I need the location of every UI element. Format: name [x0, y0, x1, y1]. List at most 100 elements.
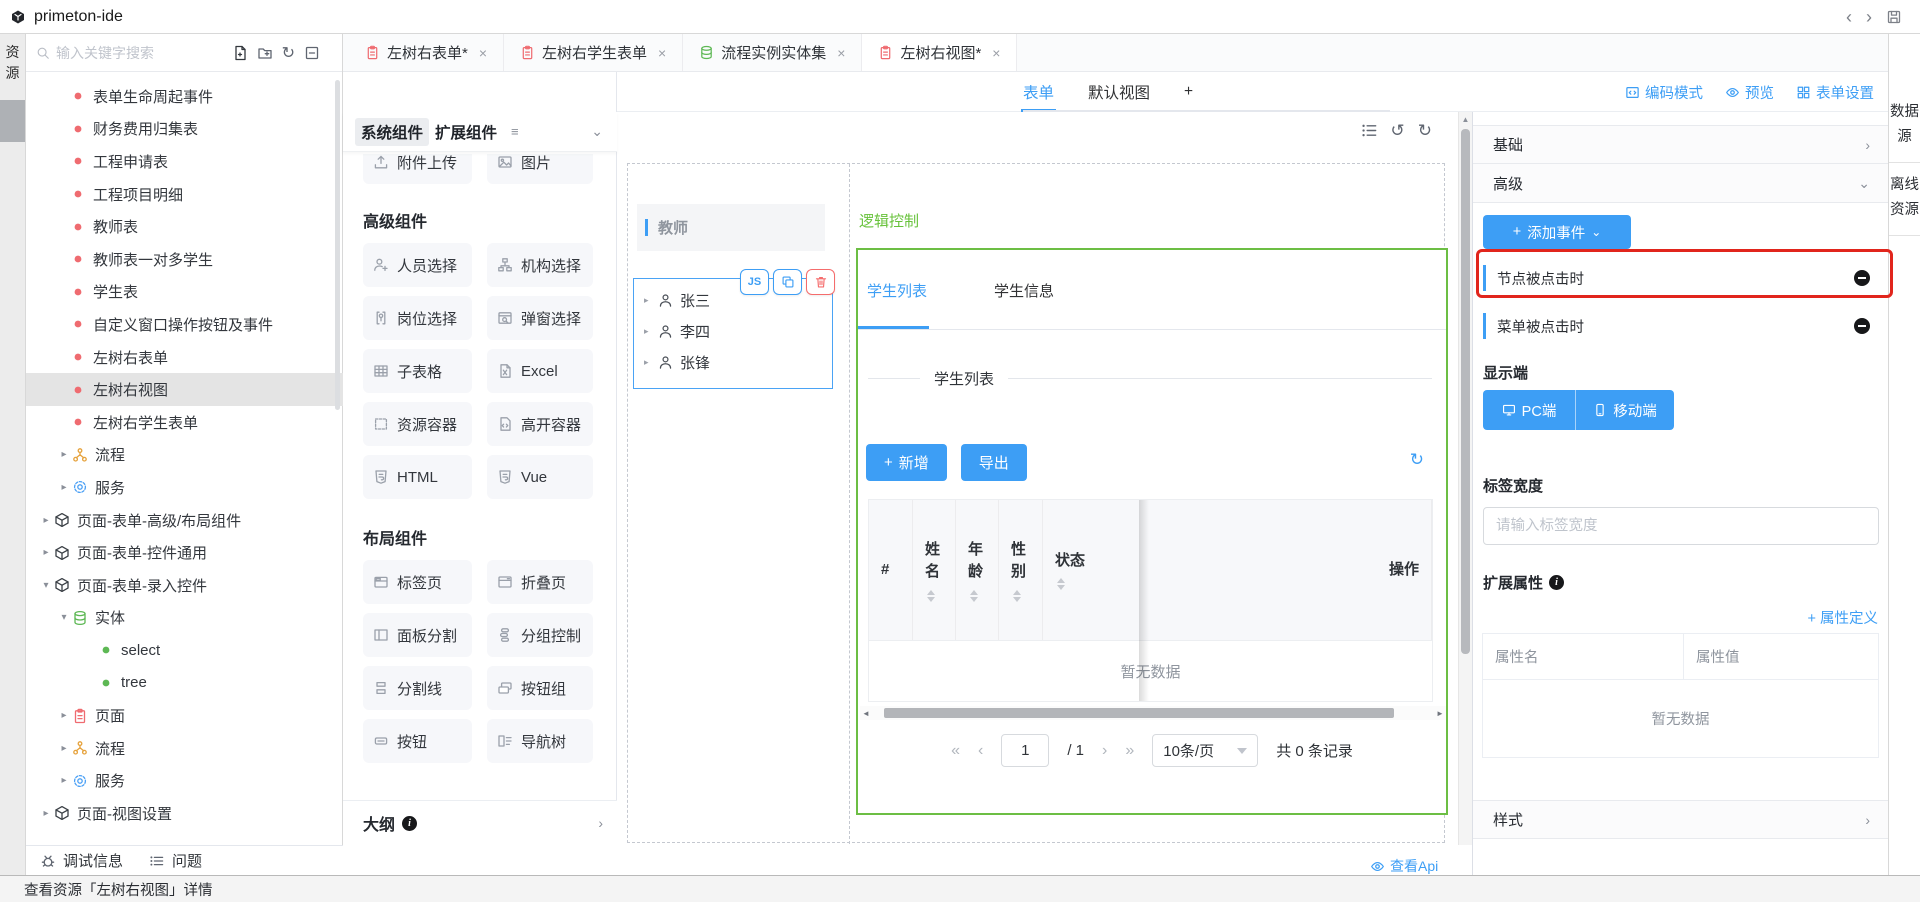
tree-caret-icon[interactable]: ▸: [38, 515, 54, 526]
tree-item[interactable]: tree: [26, 667, 343, 700]
remove-event-icon[interactable]: [1854, 318, 1870, 334]
table-column-header[interactable]: 操作: [1377, 500, 1432, 640]
tree-scrollbar[interactable]: [335, 80, 340, 410]
scrollbar-up-icon[interactable]: ▲: [1459, 112, 1472, 126]
close-tab-icon[interactable]: ×: [837, 45, 845, 61]
tree-item[interactable]: select: [26, 634, 343, 667]
sort-icons[interactable]: [1057, 578, 1065, 590]
section-basic[interactable]: 基础 ›: [1473, 125, 1888, 164]
tree-item[interactable]: ▸ 页面: [26, 699, 343, 732]
js-script-button[interactable]: JS: [740, 269, 769, 295]
document-tab[interactable]: 流程实例实体集 ×: [683, 34, 862, 71]
palette-tab-system[interactable]: 系统组件: [355, 118, 429, 146]
teacher-tree-node[interactable]: ▸ 张锋: [634, 347, 832, 378]
search-input[interactable]: 输入关键字搜索: [56, 43, 232, 63]
tree-item[interactable]: ▸ 页面-视图设置: [26, 797, 343, 830]
collapse-all-icon[interactable]: [304, 45, 320, 61]
mobile-target-button[interactable]: 移动端: [1576, 390, 1674, 430]
refresh-icon[interactable]: ↻: [282, 43, 295, 63]
view-api-link[interactable]: 查看Api: [1370, 856, 1438, 876]
tree-item[interactable]: ▾ 实体: [26, 602, 343, 635]
tree-item[interactable]: 工程申请表: [26, 145, 343, 178]
chevron-right-icon[interactable]: ›: [1865, 137, 1870, 153]
tree-item[interactable]: ▾ 页面-表单-录入控件: [26, 569, 343, 602]
hscroll-left-icon[interactable]: ◄: [860, 709, 872, 718]
tree-caret-icon[interactable]: ▸: [38, 808, 54, 819]
close-tab-icon[interactable]: ×: [658, 45, 666, 61]
redo-icon[interactable]: ↻: [1418, 122, 1432, 139]
tree-caret-icon[interactable]: ▸: [56, 775, 72, 786]
add-event-button[interactable]: + 添加事件 ⌄: [1483, 215, 1631, 249]
table-column-header[interactable]: #: [869, 500, 913, 640]
form-view-tab[interactable]: 默认视图: [1088, 72, 1150, 112]
chevron-down-icon[interactable]: ⌄: [1858, 175, 1870, 192]
form-action-button[interactable]: 表单设置: [1796, 82, 1874, 103]
nav-forward-icon[interactable]: ›: [1866, 8, 1872, 26]
chevron-right-icon[interactable]: ›: [1865, 812, 1870, 828]
palette-item[interactable]: 岗位选择: [363, 296, 472, 340]
copy-widget-button[interactable]: [773, 269, 802, 295]
logic-control-container[interactable]: 学生列表 学生信息 学生列表 +新增 导出 ↻: [856, 248, 1448, 815]
outline-section[interactable]: 大纲 i ›: [343, 800, 617, 845]
bottom-tab[interactable]: 问题: [149, 850, 202, 871]
table-hscrollbar[interactable]: ◄ ►: [860, 706, 1446, 720]
tree-item[interactable]: 自定义窗口操作按钮及事件: [26, 308, 343, 341]
tree-item[interactable]: 左树右学生表单: [26, 406, 343, 439]
palette-item[interactable]: 机构选择: [487, 243, 593, 287]
palette-item[interactable]: 人员选择: [363, 243, 472, 287]
label-width-input[interactable]: [1483, 507, 1879, 545]
palette-tab-extension[interactable]: 扩展组件: [429, 118, 503, 146]
sort-icons[interactable]: [1013, 590, 1021, 602]
node-caret-icon[interactable]: ▸: [644, 357, 658, 368]
palette-item[interactable]: 导航树: [487, 719, 593, 763]
tree-caret-icon[interactable]: ▾: [38, 580, 54, 591]
first-page-button[interactable]: «: [951, 742, 960, 760]
page-number-input[interactable]: 1: [1001, 734, 1049, 767]
form-action-button[interactable]: 预览: [1725, 82, 1774, 103]
tree-caret-icon[interactable]: ▸: [56, 743, 72, 754]
scrollbar-thumb[interactable]: [1461, 129, 1470, 654]
node-caret-icon[interactable]: ▸: [644, 326, 658, 337]
palette-item[interactable]: Excel: [487, 349, 593, 393]
sort-icons[interactable]: [970, 590, 978, 602]
palette-item[interactable]: 图片: [487, 154, 593, 184]
activity-tab-resources[interactable]: 资源: [4, 42, 22, 84]
nav-back-icon[interactable]: ‹: [1846, 8, 1852, 26]
close-tab-icon[interactable]: ×: [992, 45, 1000, 61]
next-page-button[interactable]: ›: [1102, 742, 1107, 760]
palette-item[interactable]: 子表格: [363, 349, 472, 393]
document-tab[interactable]: 左树右视图* ×: [862, 34, 1017, 71]
palette-item[interactable]: 面板分割: [363, 613, 472, 657]
tab-student-list[interactable]: 学生列表: [867, 280, 927, 301]
tree-item[interactable]: ▸ 流程: [26, 439, 343, 472]
tree-caret-icon[interactable]: ▸: [56, 482, 72, 493]
tree-item[interactable]: 左树右表单: [26, 341, 343, 374]
tree-item[interactable]: ▸ 页面-表单-控件通用: [26, 536, 343, 569]
tree-item[interactable]: 左树右视图: [26, 373, 343, 406]
tree-item[interactable]: 工程项目明细: [26, 178, 343, 211]
palette-item[interactable]: 附件上传: [363, 154, 472, 184]
document-tab[interactable]: 左树右表单* ×: [349, 34, 504, 71]
tab-student-info[interactable]: 学生信息: [994, 280, 1054, 301]
canvas-scrollbar[interactable]: ▲: [1458, 112, 1472, 845]
tree-item[interactable]: ▸ 服务: [26, 764, 343, 797]
palette-item[interactable]: 弹窗选择: [487, 296, 593, 340]
pc-target-button[interactable]: PC端: [1483, 390, 1576, 430]
tree-item[interactable]: 教师表一对多学生: [26, 243, 343, 276]
bottom-tab[interactable]: 调试信息: [40, 850, 123, 871]
tree-item[interactable]: ▸ 页面-表单-高级/布局组件: [26, 504, 343, 537]
palette-menu-icon[interactable]: ≡: [511, 124, 519, 139]
form-action-button[interactable]: 编码模式: [1625, 82, 1703, 103]
form-view-tab[interactable]: 表单: [1023, 72, 1054, 112]
event-row-menu-clicked[interactable]: 菜单被点击时: [1473, 308, 1888, 344]
palette-collapse-icon[interactable]: ⌄: [591, 123, 603, 140]
tree-item[interactable]: 财务费用归集表: [26, 113, 343, 146]
palette-item[interactable]: 分割线: [363, 666, 472, 710]
hscroll-thumb[interactable]: [884, 708, 1394, 718]
palette-item[interactable]: HTML: [363, 455, 472, 499]
tree-item[interactable]: 表单生命周起事件: [26, 80, 343, 113]
palette-item[interactable]: 标签页: [363, 560, 472, 604]
tree-item[interactable]: 学生表: [26, 276, 343, 309]
delete-widget-button[interactable]: [806, 269, 835, 295]
teacher-tree-header[interactable]: 教师: [637, 204, 825, 251]
